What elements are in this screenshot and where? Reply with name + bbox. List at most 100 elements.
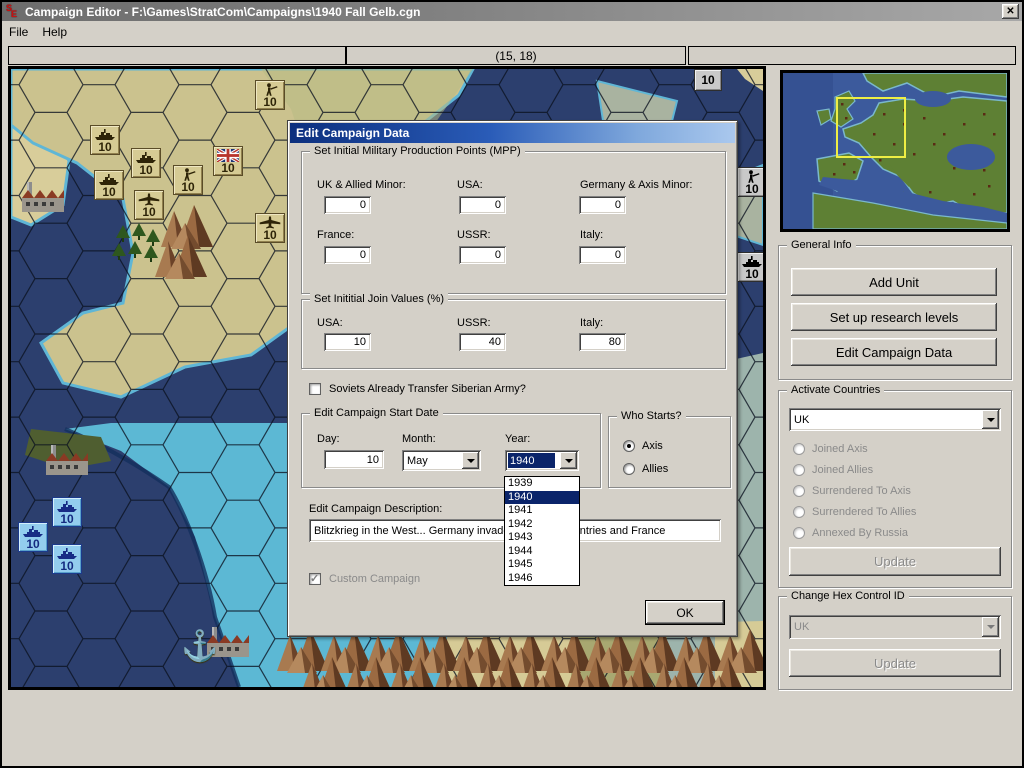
- chevron-down-icon: [987, 625, 995, 629]
- field-label: USSR:: [457, 317, 491, 329]
- activate-country-arrow[interactable]: [982, 410, 999, 429]
- ship-icon: [97, 172, 121, 186]
- ok-button[interactable]: OK: [646, 601, 724, 624]
- year-option-1945[interactable]: 1945: [505, 558, 579, 572]
- feature-mountain: [695, 655, 749, 690]
- unit-counter-aircraft[interactable]: 10: [134, 190, 164, 220]
- app-icon: SE: [5, 4, 20, 19]
- feature-mountain: [299, 655, 353, 690]
- who-starts-option-allies[interactable]: Allies: [623, 463, 668, 475]
- ship-icon: [134, 150, 158, 164]
- hex-control-arrow: [982, 617, 999, 637]
- sidebar-button-set-up-research-levels[interactable]: Set up research levels: [791, 303, 997, 331]
- unit-strength: 10: [745, 183, 758, 195]
- unit-counter-ship[interactable]: 10: [52, 497, 82, 527]
- feature-mountain: [431, 655, 485, 690]
- year-option-1942[interactable]: 1942: [505, 518, 579, 532]
- unit-counter-infantry[interactable]: 10: [255, 80, 285, 110]
- edit-campaign-data-dialog: Edit Campaign Data Set Initial Military …: [287, 120, 738, 637]
- unit-counter-ship[interactable]: 10: [90, 125, 120, 155]
- unit-strength: 10: [142, 206, 155, 218]
- join-group-legend: Set Inititial Join Values (%): [310, 293, 448, 305]
- unit-counter-ship[interactable]: 10: [94, 170, 124, 200]
- unit-strength: 10: [701, 74, 714, 86]
- ship-icon: [21, 524, 45, 538]
- dialog-title-bar[interactable]: Edit Campaign Data: [290, 123, 735, 143]
- feature-mountain: [607, 655, 661, 690]
- unit-counter-ship[interactable]: 10: [18, 522, 48, 552]
- hex-control-update-button[interactable]: Update: [789, 649, 1001, 677]
- title-bar[interactable]: SE Campaign Editor - F:\Games\StratCom\C…: [2, 2, 1022, 21]
- field-label: USSR:: [457, 229, 491, 241]
- unit-counter-infantry[interactable]: 10: [737, 167, 766, 197]
- status-panel-left: [8, 46, 346, 65]
- minimap[interactable]: [780, 70, 1010, 232]
- value-input[interactable]: [459, 333, 506, 351]
- activate-radio-surrendered-to-allies: Surrendered To Allies: [793, 506, 916, 518]
- value-input[interactable]: [324, 246, 371, 264]
- feature-mountain: [563, 655, 617, 690]
- value-input[interactable]: [579, 246, 626, 264]
- sidebar-button-add-unit[interactable]: Add Unit: [791, 268, 997, 296]
- field-label: Germany & Axis Minor:: [580, 179, 692, 191]
- field-label: USA:: [457, 179, 483, 191]
- activate-countries-group: Activate Countries UK Joined AxisJoined …: [778, 390, 1012, 588]
- infantry-icon: [740, 169, 764, 183]
- unit-strength: 10: [221, 162, 234, 174]
- radio-icon: [793, 506, 805, 518]
- value-input[interactable]: [459, 196, 506, 214]
- custom-campaign-label: Custom Campaign: [329, 573, 420, 585]
- activate-radio-surrendered-to-axis: Surrendered To Axis: [793, 485, 911, 497]
- menu-item-help[interactable]: Help: [35, 23, 74, 41]
- feature-mountain: [155, 233, 209, 282]
- start-date-legend: Edit Campaign Start Date: [310, 407, 443, 419]
- year-option-1944[interactable]: 1944: [505, 545, 579, 559]
- siberian-transfer-checkbox[interactable]: [309, 383, 321, 395]
- unit-counter-ship[interactable]: 10: [52, 544, 82, 574]
- menu-item-file[interactable]: File: [2, 23, 35, 41]
- unit-counter-ship[interactable]: 10: [131, 148, 161, 178]
- unit-counter-infantry[interactable]: 10: [173, 165, 203, 195]
- year-option-1941[interactable]: 1941: [505, 504, 579, 518]
- sidebar-button-edit-campaign-data[interactable]: Edit Campaign Data: [791, 338, 997, 366]
- app-window: SE Campaign Editor - F:\Games\StratCom\C…: [0, 0, 1024, 768]
- close-icon[interactable]: ✕: [1002, 4, 1019, 19]
- month-combobox-arrow[interactable]: [462, 452, 479, 469]
- value-input[interactable]: [579, 196, 626, 214]
- ship-icon: [740, 254, 764, 268]
- activate-country-combobox[interactable]: UK: [789, 408, 1001, 431]
- infantry-icon: [258, 82, 282, 96]
- radio-icon: [793, 527, 805, 539]
- day-input[interactable]: [324, 450, 384, 469]
- general-info-legend: General Info: [787, 239, 856, 251]
- year-combobox-arrow[interactable]: [560, 452, 577, 469]
- year-option-1943[interactable]: 1943: [505, 531, 579, 545]
- value-input[interactable]: [324, 333, 371, 351]
- unit-counter-ship[interactable]: 10: [737, 252, 766, 282]
- window-title: Campaign Editor - F:\Games\StratCom\Camp…: [25, 5, 420, 19]
- unit-counter-plain[interactable]: 10: [694, 69, 722, 91]
- month-label: Month:: [402, 433, 436, 445]
- year-option-1946[interactable]: 1946: [505, 572, 579, 586]
- radio-label: Annexed By Russia: [812, 527, 908, 539]
- year-option-1940[interactable]: 1940: [505, 491, 579, 505]
- value-input[interactable]: [459, 246, 506, 264]
- who-starts-option-axis[interactable]: Axis: [623, 440, 663, 452]
- month-combobox[interactable]: May: [402, 450, 481, 471]
- chevron-down-icon: [565, 459, 573, 463]
- unit-counter-flag-uk[interactable]: 10: [213, 146, 243, 176]
- year-option-1939[interactable]: 1939: [505, 477, 579, 491]
- year-combobox[interactable]: 1940: [505, 450, 579, 471]
- unit-counter-aircraft[interactable]: 10: [255, 213, 285, 243]
- hex-control-group: Change Hex Control ID UK Update: [778, 596, 1012, 690]
- hex-control-legend: Change Hex Control ID: [787, 590, 909, 602]
- unit-strength: 10: [181, 181, 194, 193]
- unit-strength: 10: [98, 141, 111, 153]
- value-input[interactable]: [579, 333, 626, 351]
- radio-icon: [793, 443, 805, 455]
- value-input[interactable]: [324, 196, 371, 214]
- year-dropdown-list[interactable]: 19391940194119421943194419451946: [504, 476, 580, 586]
- radio-label: Surrendered To Allies: [812, 506, 916, 518]
- unit-strength: 10: [26, 538, 39, 550]
- activate-update-button[interactable]: Update: [789, 547, 1001, 576]
